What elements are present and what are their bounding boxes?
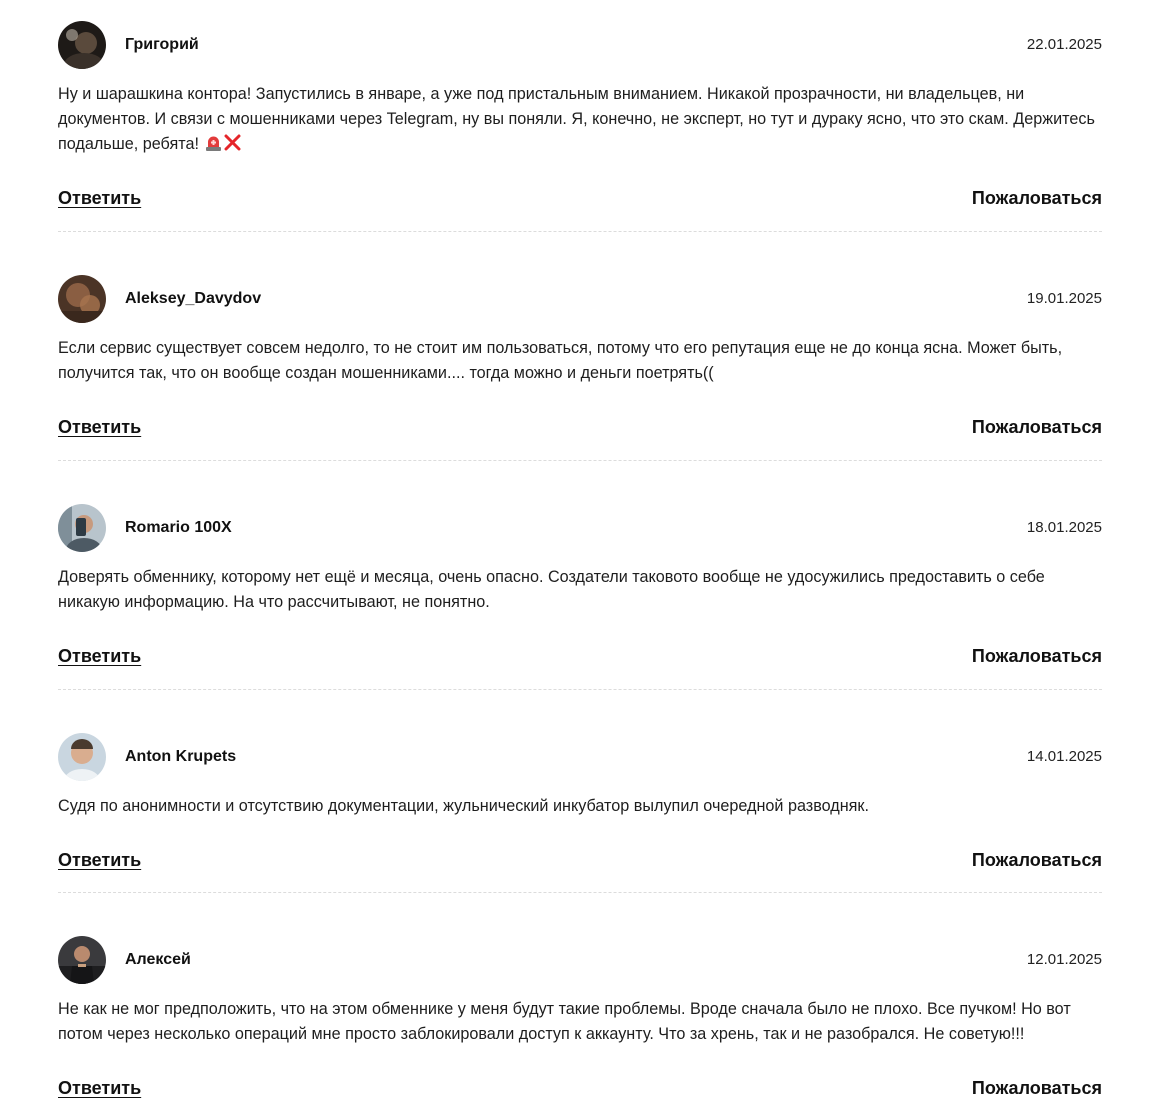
author-name[interactable]: Aleksey_Davydov — [125, 290, 261, 308]
comment-actions: Ответить Пожаловаться — [58, 417, 1102, 443]
reply-link[interactable]: Ответить — [58, 850, 141, 871]
comment-header: Aleksey_Davydov 19.01.2025 — [58, 275, 1102, 325]
reply-link[interactable]: Ответить — [58, 417, 141, 438]
comment-item: Григорий 22.01.2025 Ну и шарашкина конто… — [58, 0, 1102, 232]
avatar[interactable] — [58, 733, 106, 781]
cross-mark-icon — [224, 134, 241, 151]
comment-date: 18.01.2025 — [1026, 519, 1102, 536]
comment-item: Алексей 12.01.2025 Не как не мог предпол… — [58, 893, 1102, 1114]
comment-body: Судя по анонимности и отсутствию докумен… — [58, 797, 870, 815]
comment-body: Не как не мог предположить, что на этом … — [58, 1000, 1071, 1043]
comment-item: Romario 100X 18.01.2025 Доверять обменни… — [58, 461, 1102, 690]
comment-header: Anton Krupets 14.01.2025 — [58, 733, 1102, 783]
reply-link[interactable]: Ответить — [58, 646, 141, 667]
comment-body: Если сервис существует совсем недолго, т… — [58, 339, 1063, 382]
comment-body: Доверять обменнику, которому нет ещё и м… — [58, 568, 1045, 611]
avatar[interactable] — [58, 504, 106, 552]
comment-header: Romario 100X 18.01.2025 — [58, 504, 1102, 554]
comment-date: 19.01.2025 — [1026, 290, 1102, 307]
comment-date: 14.01.2025 — [1026, 748, 1102, 765]
report-button[interactable]: Пожаловаться — [972, 850, 1102, 871]
comment-item: Anton Krupets 14.01.2025 Судя по анонимн… — [58, 690, 1102, 893]
comment-item: Aleksey_Davydov 19.01.2025 Если сервис с… — [58, 232, 1102, 461]
comment-actions: Ответить Пожаловаться — [58, 646, 1102, 672]
comment-text: Доверять обменнику, которому нет ещё и м… — [58, 565, 1102, 615]
report-button[interactable]: Пожаловаться — [972, 1078, 1102, 1099]
comment-text: Судя по анонимности и отсутствию докумен… — [58, 794, 1102, 819]
police-light-icon — [205, 134, 222, 151]
reply-link[interactable]: Ответить — [58, 1078, 141, 1099]
comment-actions: Ответить Пожаловаться — [58, 850, 1102, 876]
author-name[interactable]: Anton Krupets — [125, 748, 236, 766]
report-button[interactable]: Пожаловаться — [972, 646, 1102, 667]
author-name[interactable]: Алексей — [125, 951, 191, 969]
comment-header: Алексей 12.01.2025 — [58, 936, 1102, 986]
report-button[interactable]: Пожаловаться — [972, 188, 1102, 209]
comment-header: Григорий 22.01.2025 — [58, 21, 1102, 71]
comment-date: 12.01.2025 — [1026, 951, 1102, 968]
author-name[interactable]: Romario 100X — [125, 519, 232, 537]
comment-text: Если сервис существует совсем недолго, т… — [58, 336, 1102, 386]
report-button[interactable]: Пожаловаться — [972, 417, 1102, 438]
author-name[interactable]: Григорий — [125, 36, 199, 54]
avatar[interactable] — [58, 936, 106, 984]
reply-link[interactable]: Ответить — [58, 188, 141, 209]
comment-text: Не как не мог предположить, что на этом … — [58, 997, 1102, 1047]
avatar[interactable] — [58, 21, 106, 69]
comment-date: 22.01.2025 — [1026, 36, 1102, 53]
comment-actions: Ответить Пожаловаться — [58, 1078, 1102, 1104]
comment-text: Ну и шарашкина контора! Запустились в ян… — [58, 82, 1102, 157]
avatar[interactable] — [58, 275, 106, 323]
comment-list: Григорий 22.01.2025 Ну и шарашкина конто… — [58, 0, 1102, 1114]
comment-actions: Ответить Пожаловаться — [58, 188, 1102, 214]
